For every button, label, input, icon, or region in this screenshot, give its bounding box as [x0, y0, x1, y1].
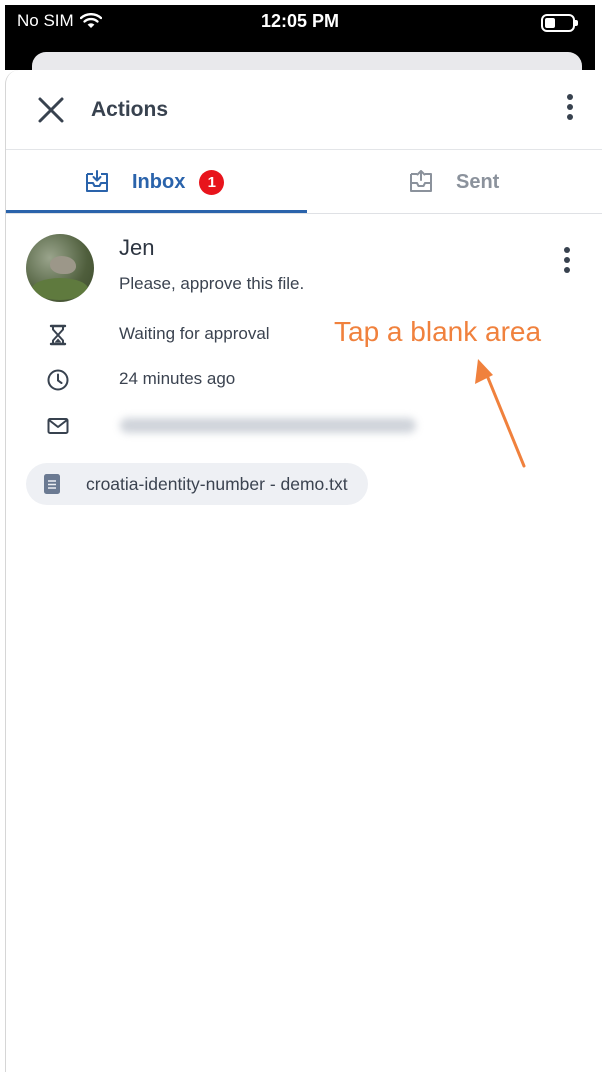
tab-inbox-label: Inbox: [132, 170, 186, 193]
time-row: 24 minutes ago: [6, 363, 602, 397]
unread-count-badge: 1: [199, 169, 225, 195]
tab-sent-label: Sent: [456, 170, 500, 193]
close-icon[interactable]: [36, 95, 66, 125]
clock-icon: [47, 369, 69, 391]
actions-sheet[interactable]: Actions Inbox 1 Sent Jen Please, approve…: [5, 70, 602, 1072]
attachment-file-name: croatia-identity-number - demo.txt: [86, 473, 348, 494]
active-tab-indicator: [6, 210, 307, 213]
outbox-tray-icon: [410, 170, 432, 192]
tab-sent[interactable]: Sent: [408, 150, 499, 214]
sender-name: Jen: [119, 235, 155, 260]
document-icon: [44, 474, 60, 494]
approval-status: Waiting for approval: [119, 324, 270, 343]
mail-icon: [47, 418, 69, 434]
battery-icon: [541, 14, 578, 32]
email-redacted: [120, 418, 416, 433]
tab-bar: Inbox 1 Sent: [6, 150, 602, 214]
message-text: Please, approve this file.: [119, 274, 305, 293]
tutorial-annotation-label: Tap a blank area: [334, 316, 542, 347]
hourglass-icon: [49, 324, 67, 346]
inbox-tray-icon: [86, 170, 108, 192]
attachment-chip[interactable]: croatia-identity-number - demo.txt: [26, 463, 368, 505]
avatar[interactable]: [26, 234, 94, 302]
email-row: [6, 409, 602, 443]
page-title: Actions: [91, 98, 169, 121]
more-options-icon[interactable]: [565, 94, 575, 126]
sheet-header: Actions: [6, 70, 602, 150]
clock: 12:05 PM: [260, 11, 340, 31]
item-more-options-icon[interactable]: [562, 247, 572, 279]
tab-inbox[interactable]: Inbox 1: [84, 150, 225, 214]
time-ago: 24 minutes ago: [119, 369, 236, 388]
